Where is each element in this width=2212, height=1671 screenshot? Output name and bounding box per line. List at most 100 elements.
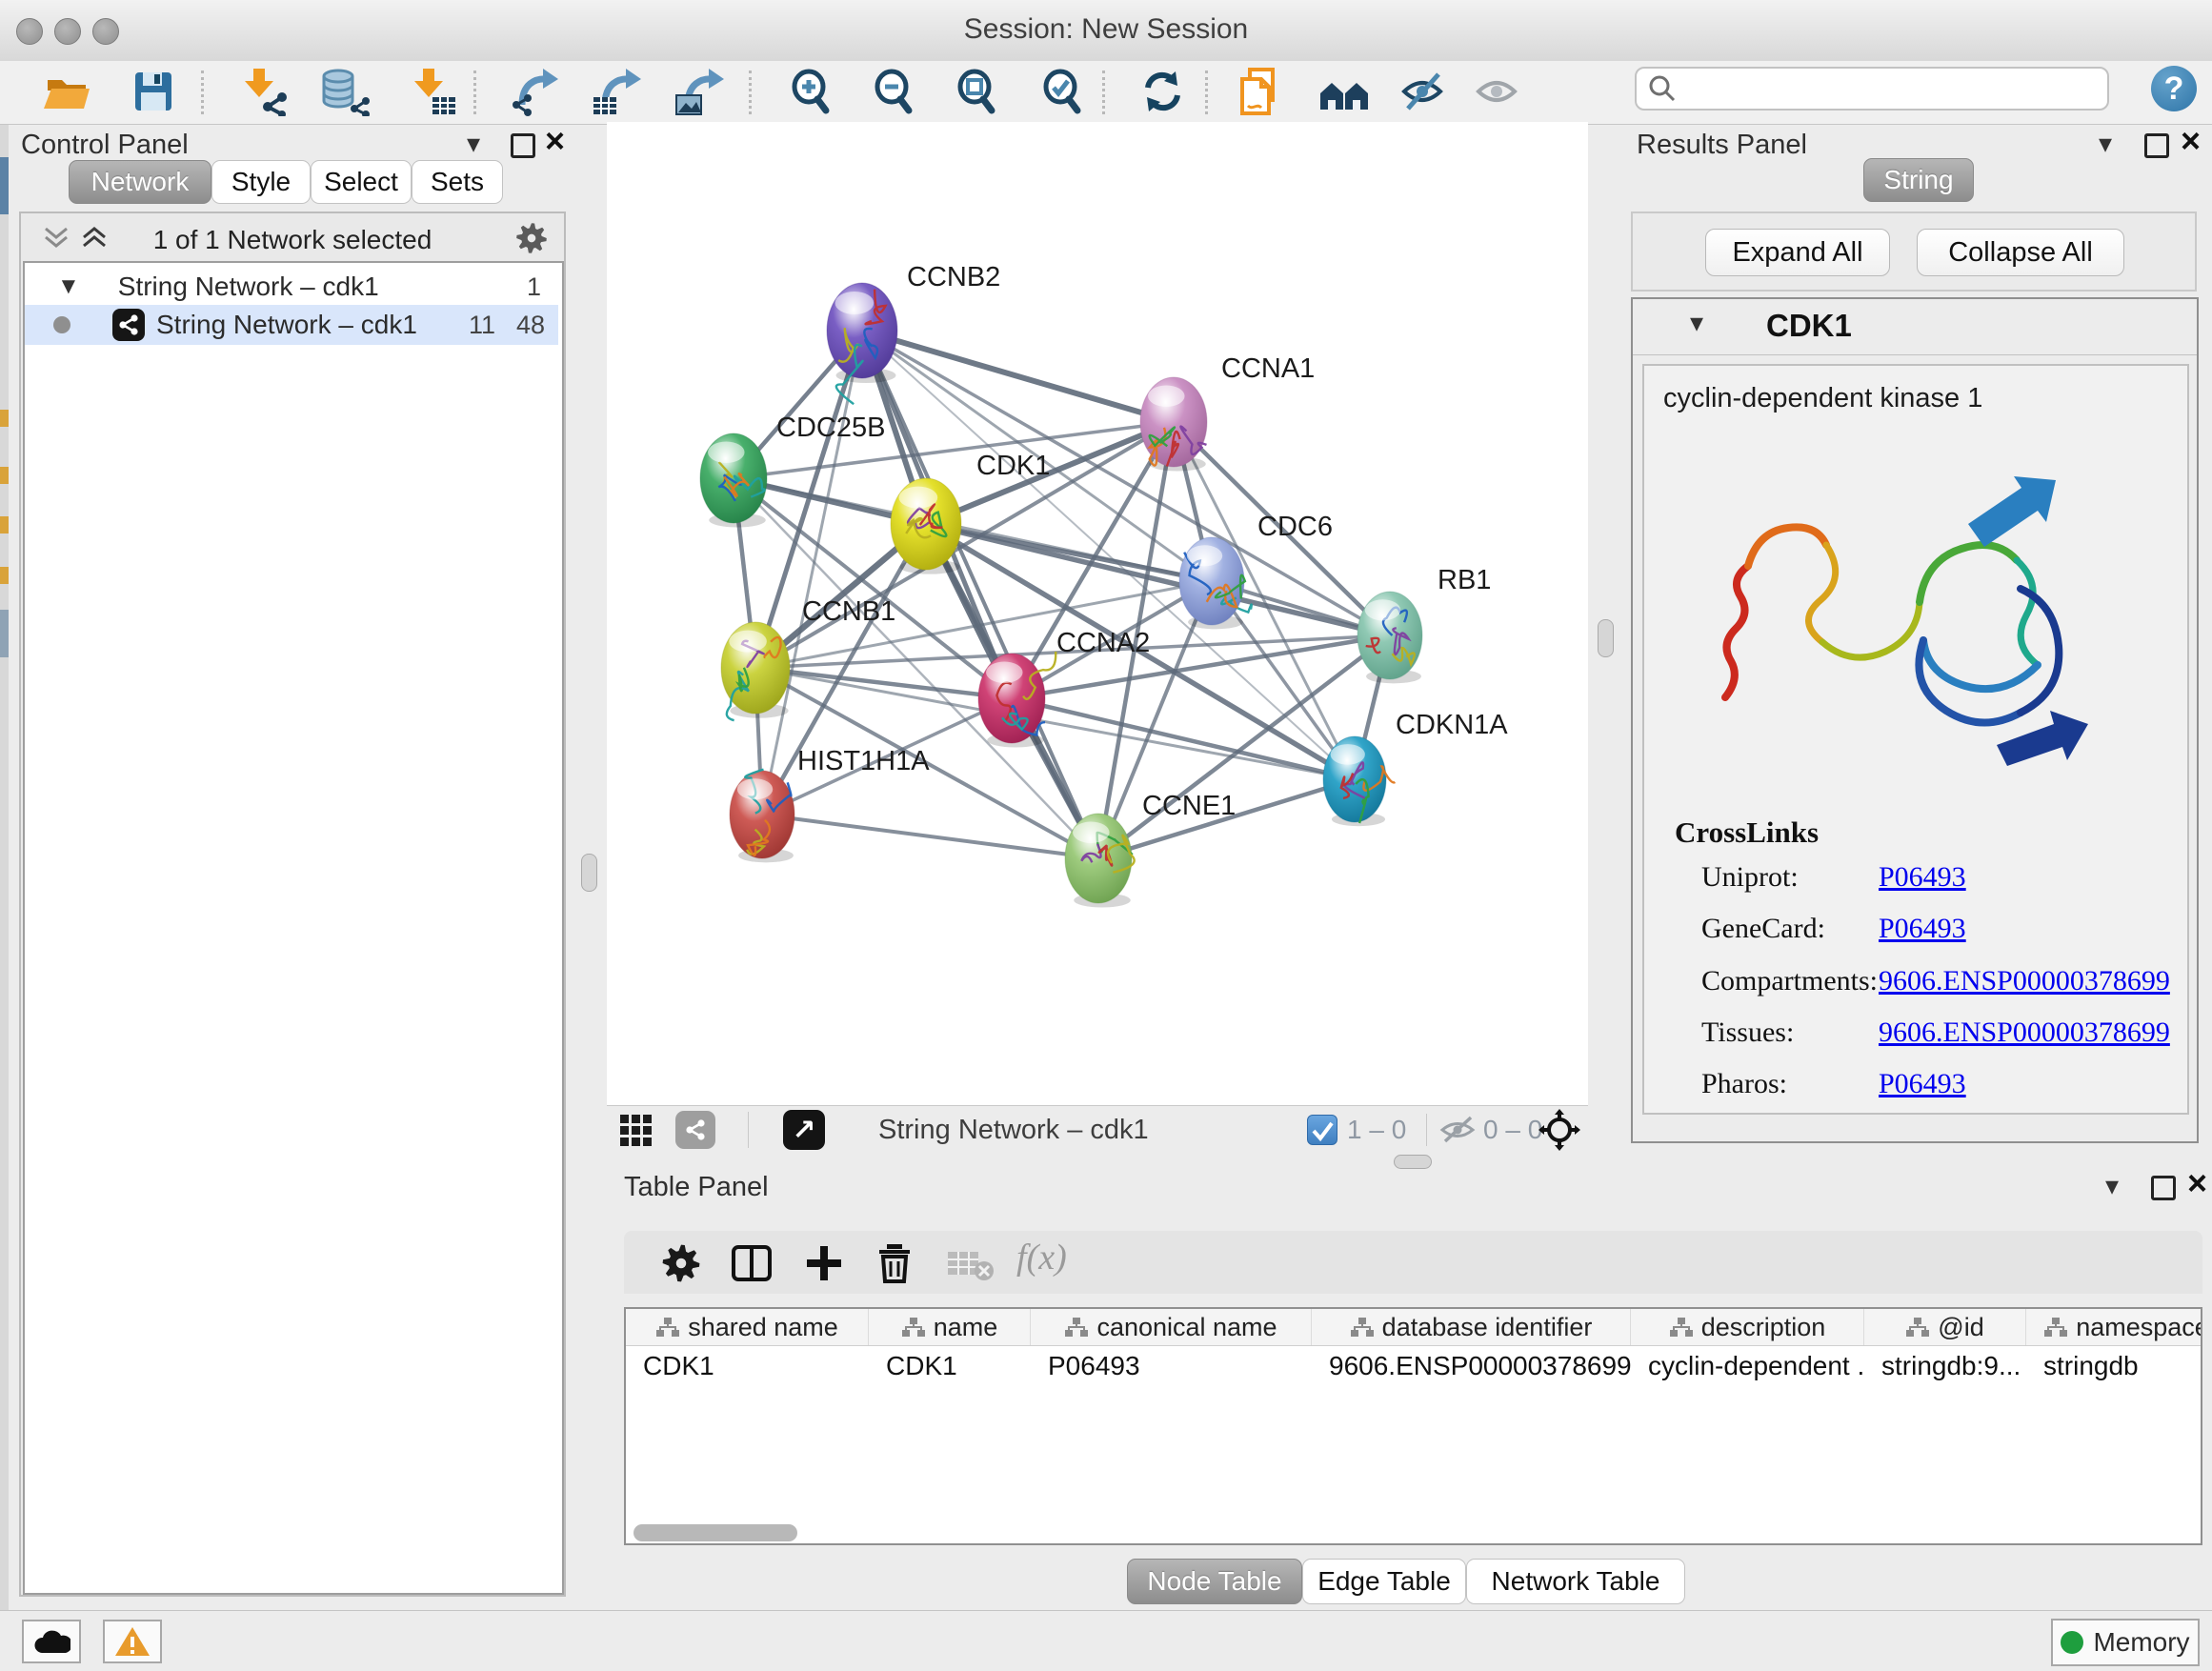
table-panel-close-icon[interactable]: × [2187,1174,2207,1193]
export-network-icon[interactable] [509,67,562,118]
tab-sets[interactable]: Sets [412,160,503,204]
selected-indicator-checkbox[interactable] [1307,1115,1337,1145]
results-panel-close-icon[interactable]: × [2181,131,2201,151]
save-session-icon[interactable] [126,67,179,118]
node-label-CDC25B: CDC25B [776,413,885,443]
network-node-CCNE1[interactable] [1065,814,1135,908]
cloud-status-button[interactable] [22,1620,81,1663]
collection-count: 1 [527,272,541,302]
right-splitter-handle[interactable] [1598,619,1614,657]
title-bar: Session: New Session [0,0,2212,62]
pan-mode-icon[interactable] [1538,1109,1580,1151]
window-title: Session: New Session [0,13,2212,46]
help-icon[interactable]: ? [2151,66,2197,111]
table-row[interactable]: CDK1 CDK1 P06493 9606.ENSP00000378699 cy… [626,1346,2202,1386]
collection-expand-icon[interactable]: ▼ [57,273,80,300]
function-builder-icon: f(x) [1016,1237,1067,1278]
crosslink-label: Tissues: [1701,1017,1794,1049]
node-table[interactable]: shared name name canonical name database… [624,1307,2202,1545]
network-graph[interactable]: CCNB2CCNA1CDC25BCDK1CDC6RB1CCNB1CCNA2CDK… [607,122,1588,1105]
hide-graphics-details-icon[interactable] [1398,67,1452,118]
warning-icon [113,1625,151,1658]
network-options-gear-icon[interactable] [514,221,549,255]
status-bar: Memory [0,1610,2212,1671]
crosslink-value[interactable]: P06493 [1879,1068,1966,1100]
export-table-icon[interactable] [592,67,645,118]
birds-eye-view-icon[interactable]: ↗ [783,1110,825,1150]
tab-edge-table[interactable]: Edge Table [1302,1559,1466,1604]
table-panel-float-icon[interactable] [2151,1176,2176,1200]
search-input[interactable] [1677,73,2090,105]
network-collection-row[interactable]: ▼ String Network – cdk1 1 [25,269,558,305]
tab-network[interactable]: Network [69,160,211,204]
delete-column-icon[interactable] [874,1242,915,1284]
column-header[interactable]: @id [1864,1309,2026,1345]
search-field[interactable] [1635,67,2109,111]
open-session-icon[interactable] [40,67,93,118]
network-node-CCNB1[interactable] [721,622,790,720]
zoom-out-icon[interactable] [868,67,921,118]
control-panel-menu-icon[interactable]: ▾ [467,128,480,159]
control-panel-float-icon[interactable] [511,133,535,158]
tab-select[interactable]: Select [311,160,412,204]
network-node-CDC25B[interactable] [700,433,767,528]
column-header[interactable]: description [1631,1309,1864,1345]
tab-string-results[interactable]: String [1863,158,1974,202]
crosslink-value[interactable]: P06493 [1879,913,1966,945]
warnings-button[interactable] [103,1620,162,1663]
left-splitter-handle[interactable] [581,854,597,892]
network-canvas[interactable]: CCNB2CCNA1CDC25BCDK1CDC6RB1CCNB1CCNA2CDK… [607,122,1588,1105]
network-row[interactable]: String Network – cdk1 11 48 [25,305,558,345]
zoom-fit-icon[interactable] [951,67,1004,118]
node-label-CCNB2: CCNB2 [907,262,1000,292]
selected-count: 1 – 0 [1347,1115,1406,1145]
show-columns-icon[interactable] [731,1242,773,1284]
zoom-in-icon[interactable] [785,67,838,118]
column-header[interactable]: database identifier [1312,1309,1631,1345]
network-node-HIST1H1A[interactable] [730,770,794,863]
network-node-CCNA1[interactable] [1140,377,1207,472]
tab-style[interactable]: Style [211,160,311,204]
crosslink-value[interactable]: 9606.ENSP00000378699 [1879,965,2170,997]
control-panel: Control Panel ▾ × Network Style Select S… [0,124,595,1610]
crosslink-value[interactable]: 9606.ENSP00000378699 [1879,1017,2170,1049]
control-panel-close-icon[interactable]: × [545,131,565,151]
table-gear-icon[interactable] [660,1242,702,1284]
collapse-all-button[interactable]: Collapse All [1917,229,2124,276]
expand-all-button[interactable]: Expand All [1705,229,1890,276]
network-view-toolbar: ↗ String Network – cdk1 1 – 0 0 – 0 [607,1105,1588,1154]
network-node-CDKN1A[interactable] [1323,736,1395,826]
grid-view-icon[interactable] [619,1114,654,1148]
table-horizontal-scrollbar[interactable] [633,1524,797,1541]
import-network-from-database-icon[interactable] [318,67,372,118]
add-column-icon[interactable] [803,1242,845,1284]
import-network-icon[interactable] [236,67,290,118]
copy-document-icon[interactable] [1233,67,1286,118]
column-header[interactable]: shared name [626,1309,869,1345]
results-panel-menu-icon[interactable]: ▾ [2099,128,2112,159]
show-graphics-details-icon[interactable] [1473,67,1526,118]
string-style-icon[interactable] [675,1111,715,1149]
gene-collapse-icon[interactable]: ▾ [1690,307,1703,338]
crosslink-label: Uniprot: [1701,861,1799,894]
table-panel-menu-icon[interactable]: ▾ [2105,1170,2119,1201]
export-image-icon[interactable] [674,67,728,118]
table-panel-title: Table Panel [624,1172,769,1203]
tab-network-table[interactable]: Network Table [1466,1559,1685,1604]
tab-node-table[interactable]: Node Table [1127,1559,1302,1604]
network-edges [734,331,1390,858]
column-header[interactable]: namespace [2026,1309,2202,1345]
network-tree-panel: 1 of 1 Network selected ▼ String Network… [19,211,566,1597]
column-header[interactable]: canonical name [1031,1309,1312,1345]
network-node-RB1[interactable] [1357,592,1422,683]
crosslink-value[interactable]: P06493 [1879,861,1966,894]
network-node-CDK1[interactable] [891,478,961,574]
home-layout-icon[interactable] [1317,67,1371,118]
column-header[interactable]: name [869,1309,1031,1345]
zoom-selected-icon[interactable] [1036,67,1090,118]
protein-structure-image [1682,421,2159,802]
results-panel-float-icon[interactable] [2144,133,2169,158]
refresh-icon[interactable] [1136,67,1189,118]
import-table-icon[interactable] [406,67,459,118]
memory-button[interactable]: Memory [2051,1619,2200,1666]
